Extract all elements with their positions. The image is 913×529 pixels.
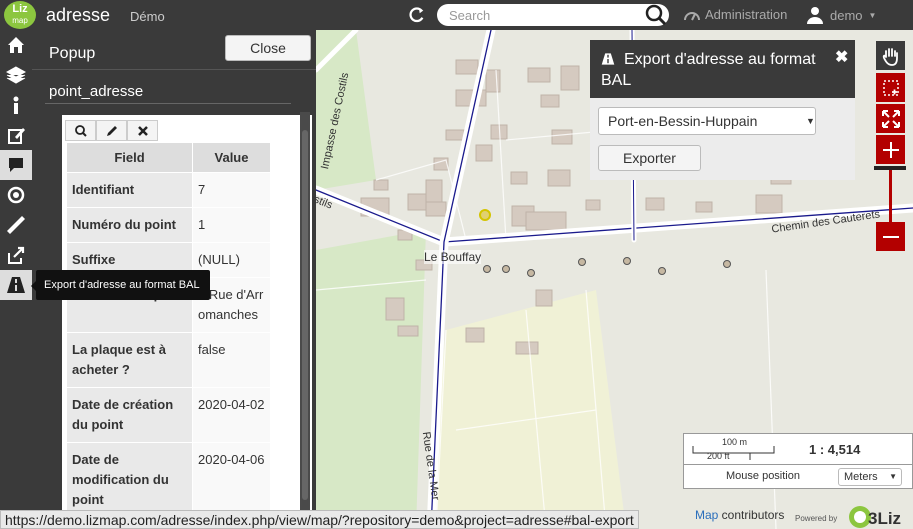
permalink-icon[interactable] (0, 240, 32, 270)
edit-icon[interactable] (0, 120, 32, 150)
minus-icon (882, 235, 899, 238)
lizmap-app: Impasse des Costils Le Bouffay Chemin de… (0, 0, 913, 529)
close-button[interactable]: Close (225, 35, 311, 61)
popup-icon[interactable] (0, 150, 32, 180)
dock-title: Popup (49, 45, 96, 62)
search-icon[interactable] (645, 4, 667, 26)
svg-text:3Liz: 3Liz (868, 509, 901, 528)
chevron-down-icon: ▼ (868, 10, 877, 20)
project-title: Démo (130, 9, 165, 24)
map-attribution: Map contributors (695, 508, 784, 522)
zoom-slider-handle[interactable] (874, 166, 906, 170)
scale-divider (684, 464, 913, 465)
value-cell: 2020-04-02 (192, 387, 271, 443)
value-cell: 7 (192, 172, 271, 208)
table-row: Date de modification du point 2020-04-06 (66, 442, 271, 510)
zoom-box-icon (882, 79, 899, 96)
user-menu[interactable]: demo ▼ (806, 6, 876, 24)
bal-export-icon[interactable] (0, 270, 32, 300)
chevron-down-icon: ▼ (806, 116, 815, 126)
field-cell: Numéro du point (66, 207, 193, 243)
field-cell: La plaque est à acheter ? (66, 332, 193, 388)
zoom-out-button[interactable] (876, 222, 905, 251)
chevron-down-icon: ▼ (889, 472, 897, 481)
home-icon[interactable] (0, 30, 32, 60)
field-cell: Date de création du point (66, 387, 193, 443)
app-title: adresse (46, 5, 111, 25)
3liz-mark: 3Liz (849, 506, 901, 528)
layers-icon[interactable] (0, 60, 32, 90)
powered-by-label: Powered by (795, 514, 838, 523)
lizmap-logo[interactable]: Liz map (4, 1, 36, 29)
attribute-rows: Identifiant 7 Numéro du point 1 Suffixe (NULL… (66, 172, 271, 510)
value-header: Value (192, 142, 271, 173)
3liz-logo[interactable]: 3Liz (846, 497, 906, 529)
mouse-position-label: Mouse position (726, 470, 800, 482)
attribution-link[interactable]: Map (695, 508, 718, 522)
road-label-le-bouffay: Le Bouffay (424, 250, 482, 264)
close-icon[interactable]: ✖ (835, 47, 848, 67)
pan-button[interactable] (876, 41, 905, 70)
layer-divider (45, 103, 291, 104)
scale-box: 100 m 200 ft 1 : 4,514 Mouse position Me… (683, 433, 913, 489)
scale-imperial-label: 200 ft (707, 451, 730, 461)
user-label: demo (830, 7, 863, 23)
attribute-table: Field Value Identifiant 7 Numéro du point 1… (66, 142, 271, 510)
units-select[interactable]: Meters ▼ (838, 468, 902, 486)
commune-select[interactable]: Port-en-Bessin-Huppain (598, 107, 816, 135)
field-cell: Date de modification du point (66, 442, 193, 510)
locate-icon[interactable] (0, 180, 32, 210)
value-cell: false (192, 332, 271, 388)
info-icon[interactable] (0, 90, 32, 120)
zoom-to-feature-icon[interactable] (65, 120, 96, 141)
measure-icon[interactable] (0, 210, 32, 240)
top-header: Lizmap adresse Démo Administration demo … (0, 0, 913, 30)
hand-icon (882, 47, 898, 66)
field-header: Field (66, 142, 193, 173)
units-value: Meters (844, 471, 878, 483)
administration-label: Administration (705, 7, 788, 22)
search-input[interactable] (437, 4, 669, 26)
table-row: La plaque est à acheter ? false (66, 332, 271, 388)
expand-icon (881, 109, 900, 128)
edit-feature-icon[interactable] (96, 120, 127, 141)
bal-export-panel: Export d'adresse au format BAL ✖ Port-en… (590, 40, 855, 180)
zoom-slider[interactable] (889, 166, 892, 224)
value-cell: 2020-04-06 (192, 442, 271, 510)
layer-name: point_adresse (49, 83, 144, 100)
table-row: Numéro du point 1 (66, 207, 271, 243)
user-icon (807, 7, 823, 24)
table-row: Date de création du point 2020-04-02 (66, 387, 271, 443)
menu-tooltip: Export d'adresse au format BAL (36, 270, 210, 300)
attribution-text: contributors (718, 508, 785, 522)
status-url: https://demo.lizmap.com/adresse/index.ph… (0, 510, 639, 529)
scale-metric-label: 100 m (722, 437, 748, 447)
left-menu (0, 30, 32, 529)
popup-content: Field Value Identifiant 7 Numéro du point 1… (62, 115, 312, 510)
export-panel-title: Export d'adresse au format BAL (601, 51, 816, 89)
delete-feature-icon[interactable] (127, 120, 158, 141)
table-row: Identifiant 7 (66, 172, 271, 208)
zoom-box-button[interactable] (876, 73, 905, 102)
export-panel-header: Export d'adresse au format BAL ✖ (590, 40, 855, 98)
zoom-extent-button[interactable] (876, 104, 905, 133)
plus-icon (882, 141, 899, 158)
dock-scroll-thumb[interactable] (302, 130, 308, 500)
export-button[interactable]: Exporter (598, 145, 701, 171)
zoom-in-button[interactable] (876, 135, 905, 164)
administration-link[interactable]: Administration (684, 7, 787, 22)
field-cell: Identifiant (66, 172, 193, 208)
refresh-icon[interactable] (408, 6, 426, 24)
dock-divider (32, 69, 316, 70)
scale-ratio: 1 : 4,514 (809, 442, 861, 457)
popup-toolbar (65, 120, 158, 141)
dashboard-icon (684, 11, 700, 20)
value-cell: 1 (192, 207, 271, 243)
